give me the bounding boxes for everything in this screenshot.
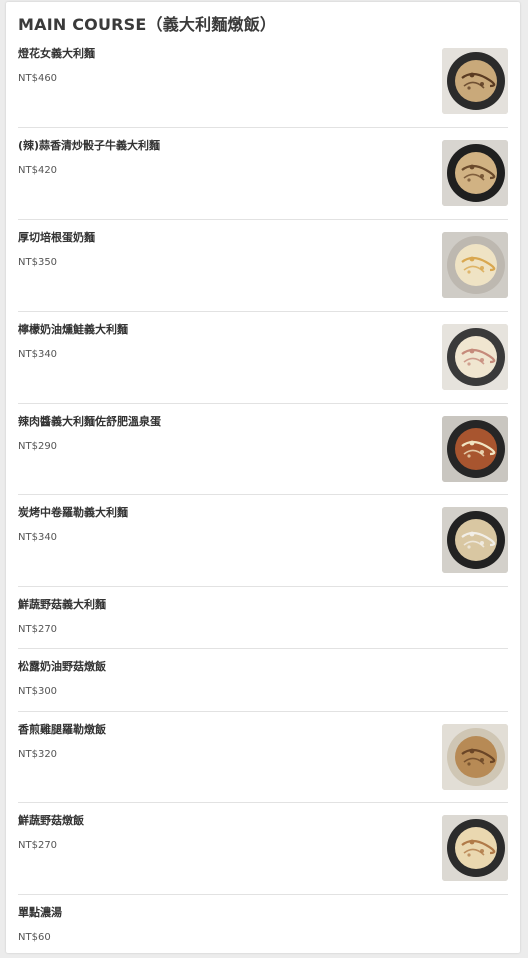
menu-item-price: NT$340 — [18, 349, 58, 360]
menu-item-name: 燈花女義大利麵 — [18, 47, 95, 60]
menu-item[interactable]: 辣肉醬義大利麵佐舒肥溫泉蛋 NT$290 — [18, 404, 508, 495]
menu-item-photo[interactable] — [442, 724, 508, 790]
menu-item-name: 檸檬奶油燻鮭義大利麵 — [18, 323, 128, 336]
menu-item[interactable]: 炭烤中卷羅勒義大利麵 NT$340 — [18, 495, 508, 587]
menu-item-price: NT$290 — [18, 441, 58, 452]
menu-item[interactable]: 燈花女義大利麵 NT$460 — [18, 36, 508, 128]
menu-item-price: NT$460 — [18, 73, 58, 84]
menu-item-price: NT$270 — [18, 624, 58, 635]
menu-item-price: NT$320 — [18, 749, 58, 760]
menu-item-price: NT$270 — [18, 840, 58, 851]
menu-item-price: NT$420 — [18, 165, 58, 176]
menu-item-price: NT$350 — [18, 257, 58, 268]
menu-item-name: 松露奶油野菇燉飯 — [18, 660, 106, 673]
menu-item-name: 香煎雞腿羅勒燉飯 — [18, 723, 106, 736]
menu-item-name: 厚切培根蛋奶麵 — [18, 231, 95, 244]
menu-item-photo[interactable] — [442, 140, 508, 206]
menu-item[interactable]: 鮮蔬野菇義大利麵 NT$270 — [18, 587, 508, 649]
menu-item-photo[interactable] — [442, 232, 508, 298]
menu-item-price: NT$60 — [18, 932, 51, 943]
section-title: MAIN COURSE（義大利麵燉飯） — [18, 15, 277, 34]
menu-item[interactable]: (辣)蒜香清炒骰子牛義大利麵 NT$420 — [18, 128, 508, 220]
menu-item-name: 單點濃湯 — [18, 906, 62, 919]
menu-item-name: 炭烤中卷羅勒義大利麵 — [18, 506, 128, 519]
menu-item-photo[interactable] — [442, 324, 508, 390]
menu-item[interactable]: 厚切培根蛋奶麵 NT$350 — [18, 220, 508, 312]
menu-item-photo[interactable] — [442, 507, 508, 573]
menu-item-photo[interactable] — [442, 416, 508, 482]
menu-item-price: NT$300 — [18, 686, 58, 697]
menu-item[interactable]: 單點濃湯 NT$60 — [18, 895, 508, 957]
menu-item-price: NT$340 — [18, 532, 58, 543]
menu-item-name: 辣肉醬義大利麵佐舒肥溫泉蛋 — [18, 415, 161, 428]
menu-item[interactable]: 松露奶油野菇燉飯 NT$300 — [18, 649, 508, 712]
menu-item-photo[interactable] — [442, 815, 508, 881]
menu-item-photo[interactable] — [442, 48, 508, 114]
menu-item[interactable]: 檸檬奶油燻鮭義大利麵 NT$340 — [18, 312, 508, 404]
menu-item-list: 燈花女義大利麵 NT$460 (辣)蒜香清炒骰子牛義大利麵 NT$420 厚切培根蛋奶麵… — [18, 36, 508, 957]
menu-item[interactable]: 香煎雞腿羅勒燉飯 NT$320 — [18, 712, 508, 803]
menu-section-card: MAIN COURSE（義大利麵燉飯） 燈花女義大利麵 NT$460 (辣)蒜香清炒… — [6, 2, 520, 953]
menu-item-name: (辣)蒜香清炒骰子牛義大利麵 — [18, 139, 161, 152]
menu-item[interactable]: 鮮蔬野菇燉飯 NT$270 — [18, 803, 508, 895]
menu-item-name: 鮮蔬野菇燉飯 — [18, 814, 84, 827]
menu-item-name: 鮮蔬野菇義大利麵 — [18, 598, 106, 611]
